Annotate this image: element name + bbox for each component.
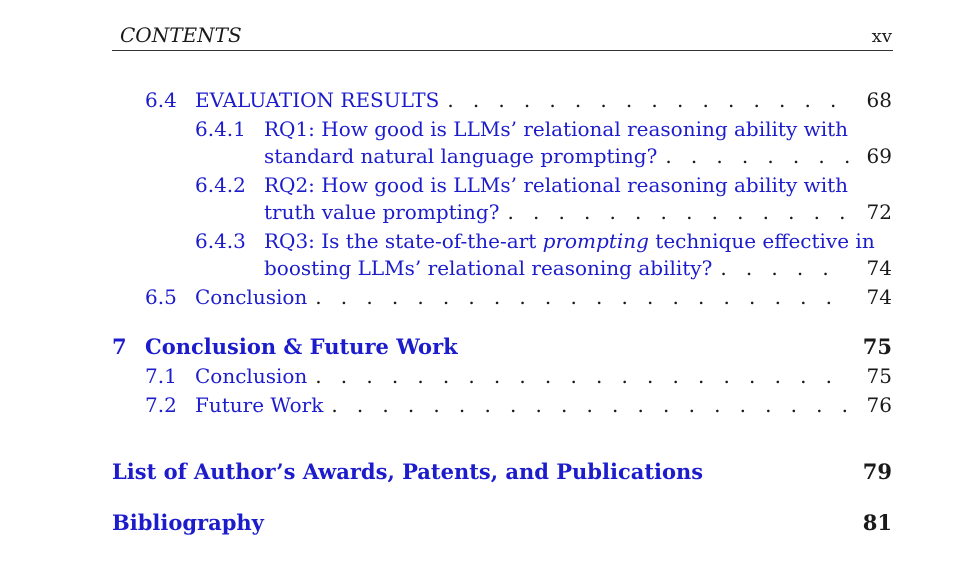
toc-entry-6-4-2-line1[interactable]: RQ2: How good is LLMs’ relational reason… (264, 173, 848, 197)
page-number[interactable]: 74 (867, 256, 892, 280)
toc-page: CONTENTS xv 6.4 EVALUATION RESULTS . . .… (0, 0, 964, 572)
leader-dots: . . . . . . . . . . . . . . . . . . . . … (315, 364, 848, 388)
page-number[interactable]: 69 (867, 144, 892, 168)
page-number[interactable]: 76 (867, 393, 892, 417)
section-number: 6.5 (145, 285, 177, 309)
page-number[interactable]: 72 (867, 200, 892, 224)
page-number[interactable]: 81 (863, 510, 892, 535)
toc-entry-7-1[interactable]: 7.1 Conclusion . . . . . . . . . . . . .… (145, 364, 892, 388)
running-header-page-number: xv (871, 26, 892, 47)
section-title[interactable]: Conclusion (195, 285, 307, 309)
chapter-title[interactable]: List of Author’s Awards, Patents, and Pu… (112, 459, 863, 484)
chapter-title[interactable]: Conclusion & Future Work (145, 334, 863, 359)
page-number[interactable]: 75 (867, 364, 892, 388)
page-number[interactable]: 68 (867, 88, 892, 112)
page-number[interactable]: 74 (867, 285, 892, 309)
leader-dots: . . . . . . . . . . . . . . . . . . . . … (665, 144, 848, 168)
section-title[interactable]: Future Work (195, 393, 323, 417)
line1-emphasis: prompting (542, 229, 649, 253)
section-title[interactable]: Conclusion (195, 364, 307, 388)
leader-dots: . . . . . . . . . . . . . . . . . . . . … (720, 256, 848, 280)
leader-dots: . . . . . . . . . . . . . . . . . . . . … (447, 88, 848, 112)
toc-entry-6-4-1-number: 6.4.1 (195, 117, 246, 141)
page-number[interactable]: 75 (863, 334, 892, 359)
section-title[interactable]: EVALUATION RESULTS (195, 88, 439, 112)
toc-awards[interactable]: List of Author’s Awards, Patents, and Pu… (112, 459, 892, 484)
chapter-number: 7 (112, 334, 127, 359)
section-title-line2[interactable]: truth value prompting? (264, 200, 499, 224)
toc-entry-6-4-2-number: 6.4.2 (195, 173, 246, 197)
line1-text-a: RQ3: Is the state-of-the-art (264, 229, 543, 253)
toc-entry-6-4-3-line1[interactable]: RQ3: Is the state-of-the-art prompting t… (264, 229, 875, 253)
section-number: 7.1 (145, 364, 177, 388)
toc-entry-6-4-3[interactable]: boosting LLMs’ relational reasoning abil… (264, 256, 892, 280)
toc-entry-7-2[interactable]: 7.2 Future Work . . . . . . . . . . . . … (145, 393, 892, 417)
section-number: 7.2 (145, 393, 177, 417)
toc-chapter-7[interactable]: 7 Conclusion & Future Work 75 (112, 334, 892, 359)
running-header-title: CONTENTS (120, 23, 242, 47)
line1-text-b: technique effective in (648, 229, 875, 253)
header-rule (112, 50, 893, 51)
leader-dots: . . . . . . . . . . . . . . . . . . . . … (507, 200, 848, 224)
section-number: 6.4 (145, 88, 177, 112)
section-title-line2[interactable]: standard natural language prompting? (264, 144, 657, 168)
leader-dots: . . . . . . . . . . . . . . . . . . . . … (315, 285, 848, 309)
leader-dots: . . . . . . . . . . . . . . . . . . . . … (331, 393, 848, 417)
toc-bibliography[interactable]: Bibliography 81 (112, 510, 892, 535)
section-title-line2[interactable]: boosting LLMs’ relational reasoning abil… (264, 256, 712, 280)
toc-entry-6-4-1-line1[interactable]: RQ1: How good is LLMs’ relational reason… (264, 117, 848, 141)
toc-entry-6-5[interactable]: 6.5 Conclusion . . . . . . . . . . . . .… (145, 285, 892, 309)
toc-entry-6-4[interactable]: 6.4 EVALUATION RESULTS . . . . . . . . .… (145, 88, 892, 112)
chapter-title[interactable]: Bibliography (112, 510, 863, 535)
page-number[interactable]: 79 (863, 459, 892, 484)
toc-entry-6-4-3-number: 6.4.3 (195, 229, 246, 253)
toc-entry-6-4-1[interactable]: standard natural language prompting? . .… (264, 144, 892, 168)
toc-entry-6-4-2[interactable]: truth value prompting? . . . . . . . . .… (264, 200, 892, 224)
